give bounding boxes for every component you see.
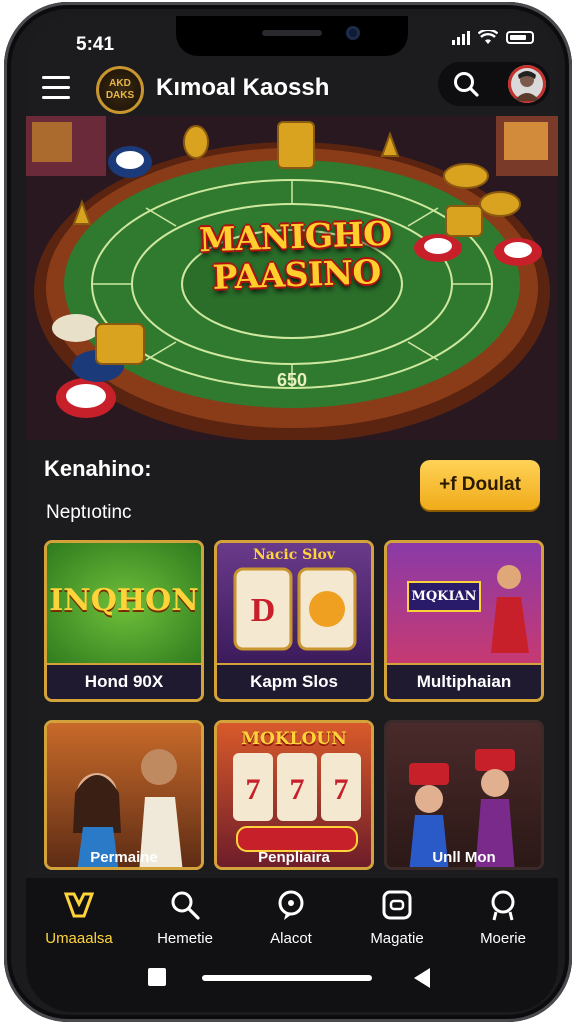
battery-icon: [506, 31, 534, 44]
avatar[interactable]: [508, 65, 546, 103]
slot-reels: D: [233, 567, 357, 651]
game-label: Hond 90X: [47, 663, 201, 699]
status-time: 5:41: [76, 34, 115, 55]
game-card[interactable]: Permaine: [44, 720, 204, 870]
svg-text:7: 7: [246, 773, 261, 806]
game-art: MQKIAN: [387, 543, 541, 667]
tab-search[interactable]: Hemetie: [132, 888, 238, 947]
phone-frame: 5:41 AKD DAKS Kımoal Kaossh 650 MANIGHO …: [4, 2, 572, 1022]
game-art: Permaine: [47, 723, 201, 867]
host-figure: [491, 565, 529, 653]
tab-wallet[interactable]: Magatie: [344, 888, 450, 947]
tab-chat[interactable]: Alacot: [238, 888, 344, 947]
app-title: Kımoal Kaossh: [156, 74, 330, 101]
tab-label: Hemetie: [157, 930, 213, 947]
hero-title-line2: PAASINO: [211, 252, 382, 297]
section-heading: Kenahino:: [44, 456, 152, 481]
game-card[interactable]: MQKIAN Multiphaian: [384, 540, 544, 702]
game-art: Unll Mon: [387, 723, 541, 867]
profile-icon: [491, 890, 515, 921]
system-nav: [26, 968, 558, 998]
back-button[interactable]: [414, 968, 430, 988]
svg-text:7: 7: [290, 773, 305, 806]
tab-label: Magatie: [370, 930, 424, 947]
game-card[interactable]: INQHON Hond 90X: [44, 540, 204, 702]
game-art-text: INQHON: [49, 583, 199, 618]
front-camera: [346, 26, 360, 40]
slot-reels: 7 7 7: [233, 753, 361, 852]
status-icons: [452, 30, 534, 45]
home-indicator[interactable]: [202, 975, 372, 981]
game-art: INQHON: [47, 543, 201, 667]
table-number: 650: [277, 370, 307, 390]
wallet-icon: [382, 890, 412, 920]
game-card[interactable]: Unll Mon: [384, 720, 544, 870]
notch: [176, 16, 408, 56]
hero-banner[interactable]: 650 MANIGHO PAASINO: [26, 116, 558, 440]
players-figure: [73, 749, 183, 867]
brand-logo: AKD DAKS: [96, 66, 144, 114]
svg-text:D: D: [251, 592, 276, 629]
casino-icon: [63, 892, 95, 918]
tab-home[interactable]: Umaaalsa: [26, 888, 132, 947]
search-icon: [171, 891, 200, 920]
performers-figure: [409, 749, 515, 867]
header-actions: [438, 62, 550, 106]
app-screen: 5:41 AKD DAKS Kımoal Kaossh 650 MANIGHO …: [26, 16, 558, 1012]
logo-text: AKD DAKS: [105, 78, 135, 101]
app-header: AKD DAKS Kımoal Kaossh: [26, 62, 558, 120]
hero-title: MANIGHO PAASINO: [195, 214, 398, 298]
game-label: Penpliaira: [258, 849, 330, 866]
game-label: Unll Mon: [432, 849, 496, 866]
tab-label: Alacot: [270, 930, 312, 947]
svg-text:7: 7: [334, 773, 349, 806]
menu-icon[interactable]: [42, 76, 70, 100]
game-card[interactable]: Nacic Slov D Kapm Slos: [214, 540, 374, 702]
section-subheading: Neptıotinc: [46, 502, 132, 523]
wifi-icon: [478, 30, 498, 44]
game-art: Nacic Slov D: [217, 543, 371, 667]
tab-label: Moerie: [480, 930, 526, 947]
chat-icon: [278, 890, 304, 920]
game-label: Multiphaian: [387, 663, 541, 699]
game-label: Kapm Slos: [217, 663, 371, 699]
game-art: MOKLOUN 7 7 7 Penpliaira: [217, 723, 371, 867]
game-label: Permaine: [90, 849, 158, 866]
search-icon[interactable]: [452, 70, 480, 98]
tab-profile[interactable]: Moerie: [450, 888, 556, 947]
game-card[interactable]: MOKLOUN 7 7 7 Penpliaira: [214, 720, 374, 870]
tab-label: Umaaalsa: [45, 930, 113, 947]
speaker: [262, 30, 322, 36]
recents-button[interactable]: [148, 968, 166, 986]
deposit-button[interactable]: +f Doulat: [420, 460, 540, 510]
signal-icon: [452, 30, 470, 45]
